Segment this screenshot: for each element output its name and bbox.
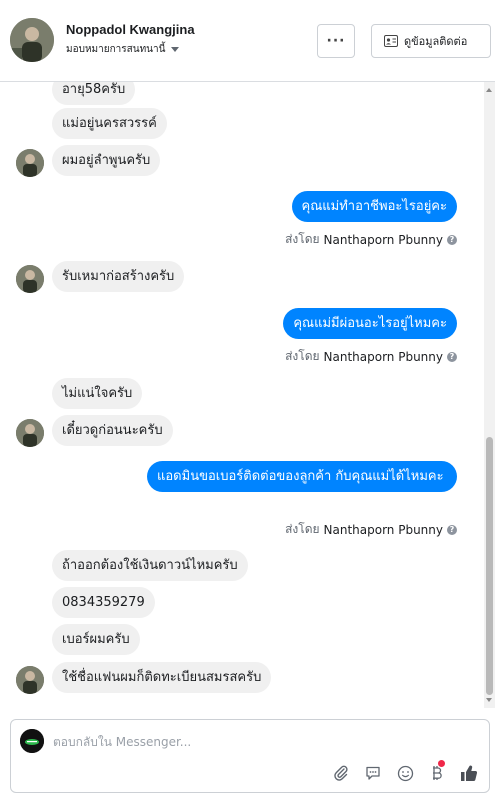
- page-avatar: [20, 729, 44, 753]
- outgoing-message: แอดมินขอเบอร์ติดต่อของลูกค้า กับคุณแม่ได…: [147, 461, 457, 492]
- contact-avatar-small: [16, 265, 44, 293]
- contact-avatar[interactable]: [10, 18, 54, 62]
- message-thread: อายุ58ครับ แม่อยู่นครสวรรค์ ผมอยู่ลำพูนค…: [0, 82, 495, 708]
- view-contact-info-button[interactable]: ดูข้อมูลติดต่อ: [371, 24, 491, 58]
- saved-reply-icon[interactable]: [363, 763, 383, 783]
- outgoing-message: คุณแม่ทำอาชีพอะไรอยู่คะ: [291, 191, 457, 222]
- incoming-message: ถ้าออกต้องใช้เงินดาวน์ไหมครับ: [52, 550, 248, 581]
- paperclip-icon[interactable]: [331, 763, 351, 783]
- outgoing-message: คุณแม่มีผ่อนอะไรอยู่ไหมคะ: [283, 308, 457, 339]
- sent-by-label: ส่งโดย Nanthaporn Pbunny ?: [285, 230, 457, 249]
- incoming-message: อายุ58ครับ: [52, 82, 136, 105]
- contact-name[interactable]: Noppadol Kwangjina: [66, 22, 195, 37]
- thread-scrollbar[interactable]: [484, 82, 495, 708]
- contact-card-icon: [384, 35, 398, 47]
- more-options-button[interactable]: ···: [317, 24, 355, 58]
- assign-conversation-dropdown[interactable]: มอบหมายการสนทนานี้: [66, 42, 180, 57]
- view-contact-info-label: ดูข้อมูลติดต่อ: [404, 35, 468, 48]
- contact-avatar-small: [16, 149, 44, 177]
- contact-avatar-small: [16, 419, 44, 447]
- scrollbar-thumb[interactable]: [486, 437, 493, 695]
- like-icon[interactable]: [459, 763, 479, 783]
- sent-by-name: Nanthaporn Pbunny: [323, 349, 443, 364]
- incoming-message: เบอร์ผมครับ: [52, 624, 140, 655]
- scroll-up-arrow-icon[interactable]: [486, 88, 492, 92]
- assign-label: มอบหมายการสนทนานี้: [66, 44, 166, 55]
- help-icon[interactable]: ?: [447, 234, 457, 245]
- sent-by-prefix: ส่งโดย: [285, 349, 320, 363]
- emoji-icon[interactable]: [395, 763, 415, 783]
- incoming-message: รับเหมาก่อสร้างครับ: [52, 261, 185, 292]
- sent-by-prefix: ส่งโดย: [285, 232, 320, 246]
- contact-avatar-small: [16, 666, 44, 694]
- chevron-down-icon: [171, 47, 180, 52]
- sent-by-label: ส่งโดย Nanthaporn Pbunny ?: [285, 520, 457, 539]
- sent-by-label: ส่งโดย Nanthaporn Pbunny ?: [285, 347, 457, 366]
- help-icon[interactable]: ?: [447, 524, 457, 535]
- payment-icon[interactable]: [427, 760, 447, 783]
- sent-by-prefix: ส่งโดย: [285, 522, 320, 536]
- incoming-message: ใช้ชื่อแฟนผมก็ติดทะเบียนสมรสครับ: [52, 662, 272, 693]
- incoming-message: เดี๋ยวดูก่อนนะครับ: [52, 415, 173, 446]
- reply-input[interactable]: [53, 732, 433, 752]
- incoming-message: 0834359279: [52, 587, 155, 618]
- sent-by-name: Nanthaporn Pbunny: [323, 232, 443, 247]
- incoming-message: ผมอยู่ลำพูนครับ: [52, 145, 161, 176]
- incoming-message: ไม่แน่ใจครับ: [52, 378, 143, 409]
- reply-composer: [10, 719, 490, 793]
- notification-dot: [438, 760, 445, 767]
- help-icon[interactable]: ?: [447, 351, 457, 362]
- scroll-down-arrow-icon[interactable]: [486, 698, 492, 702]
- conversation-header: Noppadol Kwangjina มอบหมายการสนทนานี้ ··…: [0, 0, 495, 82]
- sent-by-name: Nanthaporn Pbunny: [323, 522, 443, 537]
- incoming-message: แม่อยู่นครสวรรค์: [52, 108, 167, 139]
